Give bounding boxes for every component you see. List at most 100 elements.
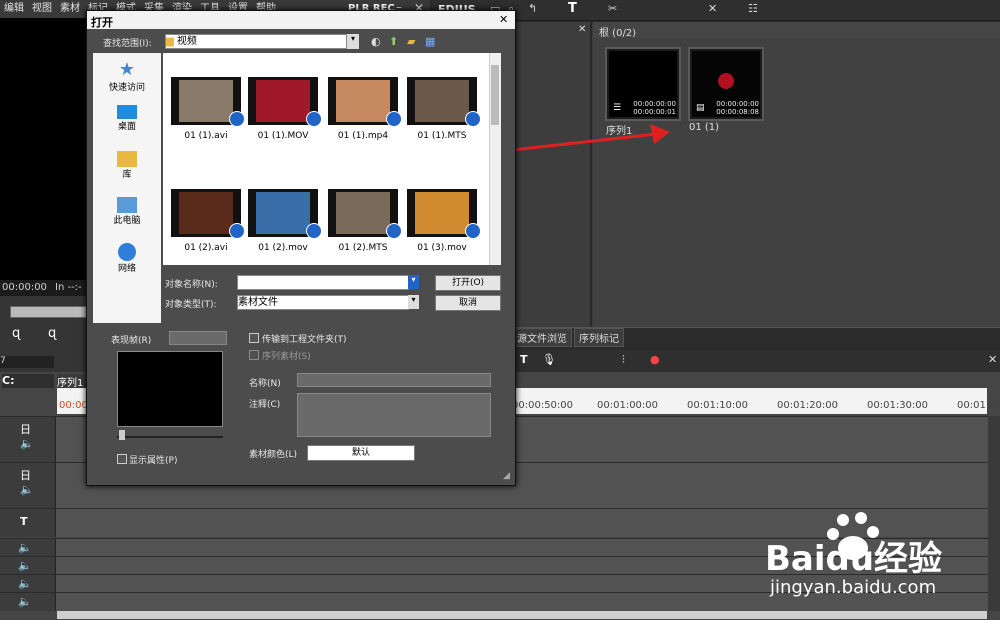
file-name: 01 (1).MTS [417,131,467,141]
timeline-left-label: C: [2,374,54,388]
set-in-icon[interactable]: ɋ [12,326,20,341]
set-out-icon[interactable]: ɋ [48,326,56,341]
speaker-icon[interactable]: 🔈 [18,559,32,572]
file-item[interactable]: 01 (1).avi [171,71,245,141]
file-item[interactable]: 01 (1).mp4 [328,71,402,141]
ruler-mark-3: 00:01:10:00 [687,400,749,411]
menu-view[interactable]: 视图 [28,0,56,18]
transfer-checkbox[interactable] [249,333,259,343]
back-icon[interactable]: ◐ [371,35,381,48]
file-item[interactable]: 01 (2).avi [171,183,245,253]
view-icon[interactable]: ☷ [748,2,758,15]
player-timecode-bar: 00:00:00 In --:- [0,280,92,296]
menu-clip[interactable]: 素材 [56,0,84,18]
mixer-icon[interactable]: ⫶ [622,353,625,367]
speaker-icon[interactable]: 🔈 [18,577,32,590]
new-folder-icon[interactable]: ▰ [407,35,415,48]
file-name: 01 (1).mp4 [337,131,389,141]
bin-tabs: 源文件浏览 序列标记 [512,327,1000,347]
place-network[interactable]: 网络 [93,243,161,274]
preview-slider[interactable] [117,436,223,438]
open-button[interactable]: 打开(O) [435,275,501,291]
clip-tc-seq: 00:00:00:00 00:00:00:01 [633,100,676,116]
up-folder-icon[interactable]: ⬆ [389,35,398,48]
place-library[interactable]: 库 [93,151,161,180]
clip-color-select[interactable]: 默认 [307,445,415,461]
file-item[interactable]: 01 (2).MTS [328,183,402,253]
place-desktop[interactable]: 桌面 [93,105,161,132]
record-icon[interactable]: ● [650,353,660,366]
media-badge-icon [229,223,245,239]
ruler-mark-1: 00:00:50:00 [512,400,574,411]
text-icon[interactable]: T [568,1,577,16]
place-this-pc[interactable]: 此电脑 [93,197,161,226]
media-badge-icon [386,223,402,239]
file-item[interactable]: 01 (1).MOV [248,71,322,141]
object-type-dropdown-icon[interactable]: ▾ [408,295,419,309]
speaker-icon[interactable]: 🔈 [20,437,34,450]
place-quick-access[interactable]: ★ 快速访问 [93,59,161,93]
speaker-icon[interactable]: 🔈 [20,483,34,496]
sequence-clip-label: 序列素材(S) [262,352,311,362]
ruler-mark-4: 00:01:20:00 [777,400,839,411]
file-list-scrollbar[interactable] [489,53,501,265]
tab-sequence-markers[interactable]: 序列标记 [574,328,624,347]
speaker-icon[interactable]: 🔈 [18,595,32,608]
player-scrub-bar[interactable] [10,306,92,318]
bin-clip-sequence[interactable]: ☰ 00:00:00:00 00:00:00:01 [605,47,681,121]
watermark-url: jingyan.baidu.com [770,577,937,598]
player-monitor [0,18,92,298]
ruler-mark-0: 00:00 [59,400,88,411]
watermark-brand: Baidu经验 [765,539,943,579]
sequence-clip-checkbox[interactable] [249,350,259,360]
resize-grip-icon[interactable]: ◢ [503,471,510,481]
look-in-select[interactable]: ▆ 视频 [165,34,347,49]
bin-folder-label: 根 (0/2) [599,28,637,39]
mic-icon[interactable]: 🎙 [542,353,556,366]
preview-frame-field[interactable] [169,331,227,345]
look-in-dropdown-icon[interactable]: ▾ [347,34,359,49]
delete-icon[interactable]: ✕ [708,2,717,15]
cut-icon[interactable]: ✂ [608,2,617,15]
object-type-select[interactable]: 素材文件 [237,295,409,310]
file-item[interactable]: 01 (3).mov [407,183,481,253]
dialog-titlebar: 打开 ✕ [87,11,515,29]
comment-field[interactable] [297,393,491,437]
clip-tc-01: 00:00:00:00 00:00:08:08 [716,100,759,116]
sequence-tab[interactable]: 序列1 [57,374,87,389]
media-badge-icon [229,111,245,127]
file-thumbnail [256,80,310,122]
up-icon[interactable]: ↰ [528,2,537,15]
transfer-label: 传输到工程文件夹(T) [262,335,347,345]
object-name-dropdown-icon[interactable]: ▾ [408,275,419,289]
speaker-icon[interactable]: 🔈 [18,541,32,554]
name-field[interactable] [297,373,491,387]
scroll-thumb[interactable] [491,65,499,125]
ruler-mark-6: 00:01:40:00 [957,400,1000,411]
tab-source-browser[interactable]: 源文件浏览 [512,328,572,347]
rose-thumbnail [718,73,734,89]
preview-slider-handle[interactable] [119,430,125,440]
title-icon[interactable]: T [520,353,528,366]
file-name: 01 (2).MTS [338,243,388,253]
file-item[interactable]: 01 (1).MTS [407,71,481,141]
left-tc-field[interactable]: 7 [0,356,54,368]
show-props-checkbox[interactable] [117,454,127,464]
object-name-input[interactable] [237,275,409,290]
player-controls: ɋ ɋ 7 [0,296,92,372]
menu-edit[interactable]: 编辑 [0,0,28,18]
file-thumbnail [336,80,390,122]
object-type-label: 对象类型(T): [165,300,217,310]
track-label-2: 日 [20,469,31,482]
file-item[interactable]: 01 (2).mov [248,183,322,253]
bin-clip-01[interactable]: ▤ 00:00:00:00 00:00:08:08 [688,47,764,121]
file-thumbnail [179,80,233,122]
file-thumbnail [415,192,469,234]
timeline-close-icon[interactable]: ✕ [988,353,997,366]
places-bar: ★ 快速访问 桌面 库 此电脑 网络 [93,53,161,323]
view-menu-icon[interactable]: ▦ [425,35,435,48]
dialog-close-icon[interactable]: ✕ [499,13,508,26]
cancel-button[interactable]: 取消 [435,295,501,311]
media-badge-icon [306,223,322,239]
bin-tree-close-icon[interactable]: ✕ [578,24,586,35]
